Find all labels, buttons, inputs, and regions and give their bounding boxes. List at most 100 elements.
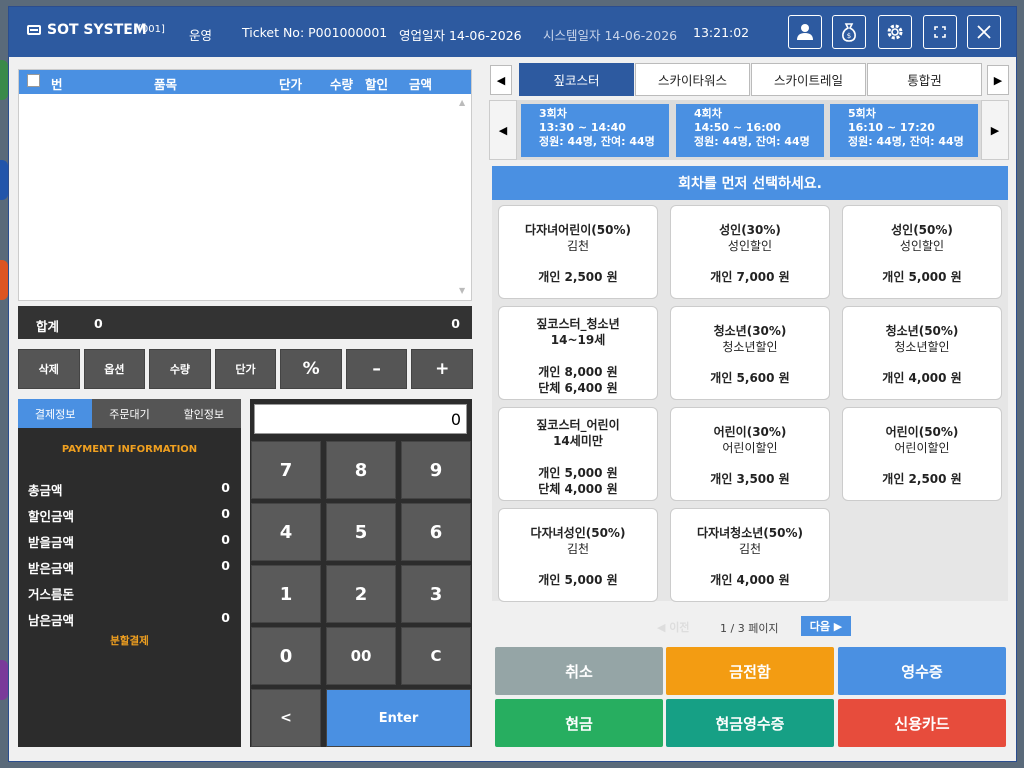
tab-combo-ticket[interactable]: 통합권 bbox=[867, 63, 982, 96]
product-button[interactable]: 다자녀청소년(50%) 김천 개인 4,000 원 bbox=[670, 508, 830, 602]
cash-receipt-button[interactable]: 현금영수증 bbox=[666, 699, 834, 747]
session-card[interactable]: 4회차 14:50 ~ 16:00 정원: 44명, 잔여: 44명 bbox=[676, 104, 824, 157]
payment-row-received: 받은금액 0 bbox=[28, 558, 230, 577]
quantity-button[interactable]: 수량 bbox=[149, 349, 211, 389]
desktop-icon bbox=[0, 660, 8, 700]
product-button[interactable]: 다자녀어린이(50%) 김천 개인 2,500 원 bbox=[498, 205, 658, 299]
product-sub: 청소년할인 bbox=[894, 340, 950, 354]
app-name: SOT SYSTEM bbox=[47, 22, 147, 38]
payment-label: 거스름돈 bbox=[28, 587, 75, 602]
tab-skytrail[interactable]: 스카이트레일 bbox=[751, 63, 866, 96]
product-price: 개인 4,000 원 bbox=[882, 371, 962, 385]
product-button[interactable]: 짚코스터_어린이 14세미만 개인 5,000 원 단체 4,000 원 bbox=[498, 407, 658, 501]
tab-skytowers[interactable]: 스카이타워스 bbox=[635, 63, 750, 96]
credit-card-button[interactable]: 신용카드 bbox=[838, 699, 1006, 747]
user-button[interactable] bbox=[788, 15, 822, 49]
payment-tabs: 결제정보 주문대기 할인정보 bbox=[18, 399, 241, 428]
sessions-prev-button[interactable]: ◀ bbox=[489, 100, 517, 160]
fullscreen-button[interactable] bbox=[923, 15, 957, 49]
key-backspace[interactable]: < bbox=[251, 689, 321, 747]
session-card[interactable]: 3회차 13:30 ~ 14:40 정원: 44명, 잔여: 44명 bbox=[521, 104, 669, 157]
key-00[interactable]: 00 bbox=[326, 627, 396, 685]
tab-zipcoaster[interactable]: 짚코스터 bbox=[519, 63, 634, 96]
key-1[interactable]: 1 bbox=[251, 565, 321, 623]
product-sub: 14~19세 bbox=[550, 333, 606, 347]
close-button[interactable] bbox=[967, 15, 1001, 49]
product-sub: 김천 bbox=[738, 542, 762, 556]
option-button[interactable]: 옵션 bbox=[83, 349, 146, 389]
total-qty: 0 bbox=[94, 316, 103, 331]
caret-left-icon: ◀ bbox=[498, 123, 508, 137]
receipt-button[interactable]: 영수증 bbox=[838, 647, 1006, 695]
col-amount: 금액 bbox=[409, 77, 433, 92]
key-6[interactable]: 6 bbox=[401, 503, 471, 561]
key-4[interactable]: 4 bbox=[251, 503, 321, 561]
product-sub: 14세미만 bbox=[553, 434, 603, 448]
card-icon bbox=[27, 25, 41, 35]
split-payment-link[interactable]: 분할결제 bbox=[18, 633, 241, 648]
money-bag-icon: $ bbox=[842, 23, 856, 42]
tab-discount-info[interactable]: 할인정보 bbox=[166, 399, 241, 428]
payment-label: 받은금액 bbox=[28, 561, 75, 576]
col-qty: 수량 bbox=[330, 77, 354, 92]
cash-drawer-button[interactable]: $ bbox=[832, 15, 866, 49]
session-card[interactable]: 5회차 16:10 ~ 17:20 정원: 44명, 잔여: 44명 bbox=[830, 104, 978, 157]
product-button[interactable]: 청소년(30%) 청소년할인 개인 5,600 원 bbox=[670, 306, 830, 400]
tabs-prev-button[interactable]: ◀ bbox=[490, 65, 512, 95]
payment-label: 남은금액 bbox=[28, 613, 75, 628]
key-7[interactable]: 7 bbox=[251, 441, 321, 499]
key-0[interactable]: 0 bbox=[251, 627, 321, 685]
product-button[interactable]: 어린이(50%) 어린이할인 개인 2,500 원 bbox=[842, 407, 1002, 501]
settings-button[interactable] bbox=[878, 15, 912, 49]
session-selector: ◀ 3회차 13:30 ~ 14:40 정원: 44명, 잔여: 44명 4회차… bbox=[489, 100, 1009, 160]
product-button[interactable]: 다자녀성인(50%) 김천 개인 5,000 원 bbox=[498, 508, 658, 602]
sessions-next-button[interactable]: ▶ bbox=[981, 100, 1009, 160]
function-button-row: 삭제 옵션 수량 단가 % – + bbox=[18, 349, 474, 389]
session-time: 14:50 ~ 16:00 bbox=[694, 121, 781, 134]
minus-button[interactable]: – bbox=[345, 349, 408, 389]
payment-label: 총금액 bbox=[28, 483, 63, 498]
desktop-icon bbox=[0, 60, 8, 100]
store-code: [001] bbox=[138, 24, 165, 35]
keypad-display[interactable]: 0 bbox=[254, 404, 467, 434]
payment-label: 할인금액 bbox=[28, 509, 75, 524]
tab-order-wait[interactable]: 주문대기 bbox=[92, 399, 167, 428]
key-5[interactable]: 5 bbox=[326, 503, 396, 561]
app-logo: SOT SYSTEM bbox=[27, 22, 147, 38]
cash-drawer-open-button[interactable]: 금전함 bbox=[666, 647, 834, 695]
key-enter[interactable]: Enter bbox=[326, 689, 471, 747]
product-button[interactable]: 성인(30%) 성인할인 개인 7,000 원 bbox=[670, 205, 830, 299]
percent-button[interactable]: % bbox=[280, 349, 342, 389]
select-all-checkbox[interactable] bbox=[27, 74, 40, 87]
product-button[interactable]: 성인(50%) 성인할인 개인 5,000 원 bbox=[842, 205, 1002, 299]
business-date: 영업일자 14-06-2026 bbox=[399, 28, 522, 43]
pos-window: SOT SYSTEM [001] 운영 Ticket No: P00100000… bbox=[8, 6, 1017, 762]
key-9[interactable]: 9 bbox=[401, 441, 471, 499]
close-icon bbox=[977, 25, 991, 39]
delete-button[interactable]: 삭제 bbox=[18, 349, 80, 389]
scroll-down-icon[interactable]: ▼ bbox=[459, 286, 465, 295]
cart-scrollbar[interactable]: ▲ ▼ bbox=[457, 98, 469, 298]
user-icon bbox=[797, 24, 813, 40]
cancel-button[interactable]: 취소 bbox=[495, 647, 663, 695]
key-3[interactable]: 3 bbox=[401, 565, 471, 623]
product-button[interactable]: 청소년(50%) 청소년할인 개인 4,000 원 bbox=[842, 306, 1002, 400]
product-price: 개인 5,000 원 bbox=[538, 573, 618, 587]
next-page-button[interactable]: 다음 ▶ bbox=[801, 616, 851, 636]
cash-button[interactable]: 현금 bbox=[495, 699, 663, 747]
key-clear[interactable]: C bbox=[401, 627, 471, 685]
unit-price-button[interactable]: 단가 bbox=[214, 349, 277, 389]
tab-payment-info[interactable]: 결제정보 bbox=[18, 399, 93, 428]
desktop-icon bbox=[0, 160, 8, 200]
product-button[interactable]: 짚코스터_청소년 14~19세 개인 8,000 원 단체 6,400 원 bbox=[498, 306, 658, 400]
product-sub: 성인할인 bbox=[899, 239, 945, 253]
plus-button[interactable]: + bbox=[411, 349, 474, 389]
key-8[interactable]: 8 bbox=[326, 441, 396, 499]
product-group-price: 단체 4,000 원 bbox=[538, 482, 618, 496]
key-2[interactable]: 2 bbox=[326, 565, 396, 623]
product-name: 성인(50%) bbox=[891, 223, 953, 237]
product-button[interactable]: 어린이(30%) 어린이할인 개인 3,500 원 bbox=[670, 407, 830, 501]
tabs-next-button[interactable]: ▶ bbox=[987, 65, 1009, 95]
scroll-up-icon[interactable]: ▲ bbox=[459, 98, 465, 107]
prev-page-button[interactable]: ◀ 이전 bbox=[657, 619, 690, 635]
